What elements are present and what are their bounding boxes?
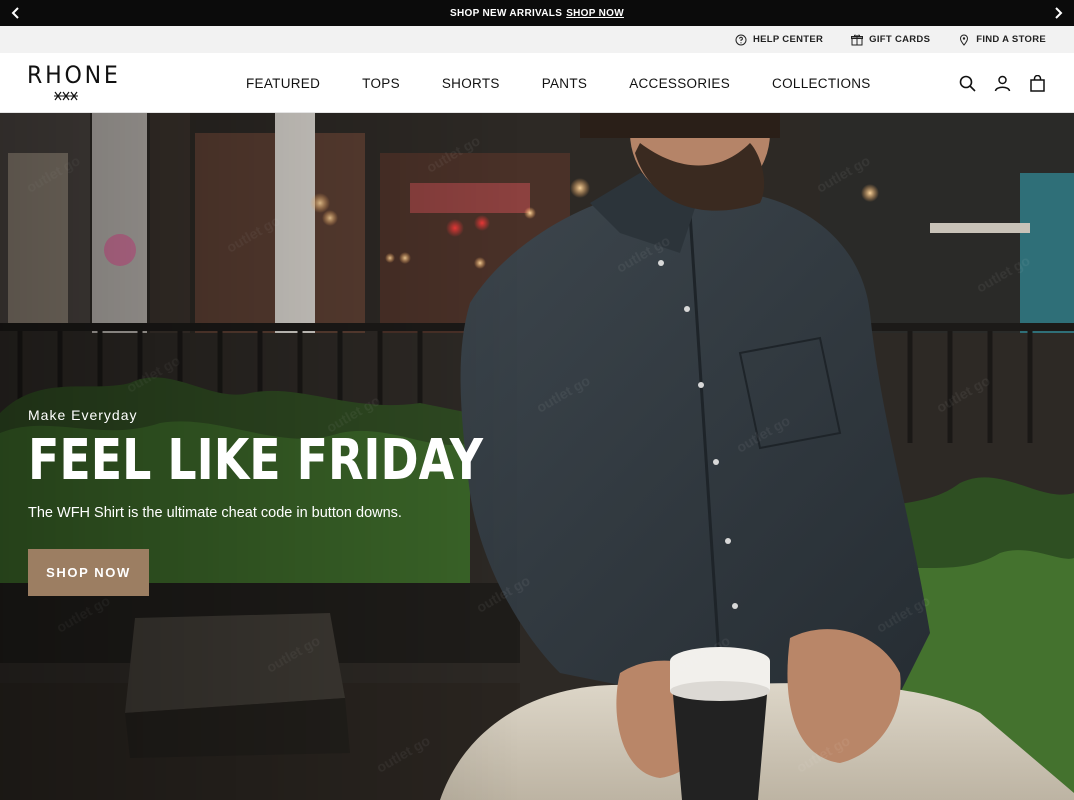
shop-now-button[interactable]: SHOP NOW (28, 549, 149, 596)
header-icons (959, 53, 1046, 113)
nav-item-accessories[interactable]: ACCESSORIES (629, 76, 730, 91)
chevron-right-icon[interactable] (1049, 4, 1067, 22)
announcement-shop-now-link[interactable]: SHOP NOW (566, 8, 624, 19)
hero-headline: FEEL LIKE FRIDAY (28, 428, 483, 493)
nav-item-tops[interactable]: TOPS (362, 76, 400, 91)
hero-subhead: The WFH Shirt is the ultimate cheat code… (28, 505, 402, 521)
find-a-store-label: FIND A STORE (976, 34, 1046, 45)
logo-mark-icon (54, 91, 78, 101)
find-a-store-link[interactable]: FIND A STORE (958, 34, 1046, 46)
help-center-label: HELP CENTER (753, 34, 824, 45)
announcement-label: SHOP NEW ARRIVALS (450, 7, 563, 19)
help-circle-icon (735, 34, 747, 45)
announcement-text: SHOP NEW ARRIVALS SHOP NOW (450, 8, 624, 19)
hero-copy: Make Everyday FEEL LIKE FRIDAY The WFH S… (28, 407, 508, 596)
chevron-left-icon[interactable] (7, 4, 25, 22)
nav-item-featured[interactable]: FEATURED (246, 76, 320, 91)
location-pin-icon (960, 34, 969, 46)
search-icon[interactable] (959, 75, 976, 92)
logo-wordmark: RHONE (27, 61, 121, 89)
gift-cards-label: GIFT CARDS (869, 34, 931, 45)
announcement-bar: SHOP NEW ARRIVALS SHOP NOW (0, 0, 1074, 26)
gift-icon (851, 34, 864, 45)
nav-item-pants[interactable]: PANTS (542, 76, 588, 91)
hero-banner: outlet go outlet go outlet go outlet go … (0, 113, 1074, 800)
gift-cards-link[interactable]: GIFT CARDS (851, 34, 930, 46)
primary-nav: FEATURED TOPS SHORTS PANTS ACCESSORIES C… (225, 53, 892, 113)
account-icon[interactable] (994, 75, 1011, 92)
main-header: RHONE FEATURED TOPS SHORTS PANTS ACCESSO… (0, 53, 1074, 113)
hero-eyebrow: Make Everyday (28, 407, 138, 423)
rhone-logo[interactable]: RHONE (27, 61, 121, 104)
nav-item-collections[interactable]: COLLECTIONS (772, 76, 871, 91)
utility-bar: HELP CENTER GIFT CARDS FIND A STORE (0, 26, 1074, 53)
nav-item-shorts[interactable]: SHORTS (442, 76, 500, 91)
bag-icon[interactable] (1029, 74, 1046, 92)
help-center-link[interactable]: HELP CENTER (735, 34, 823, 46)
